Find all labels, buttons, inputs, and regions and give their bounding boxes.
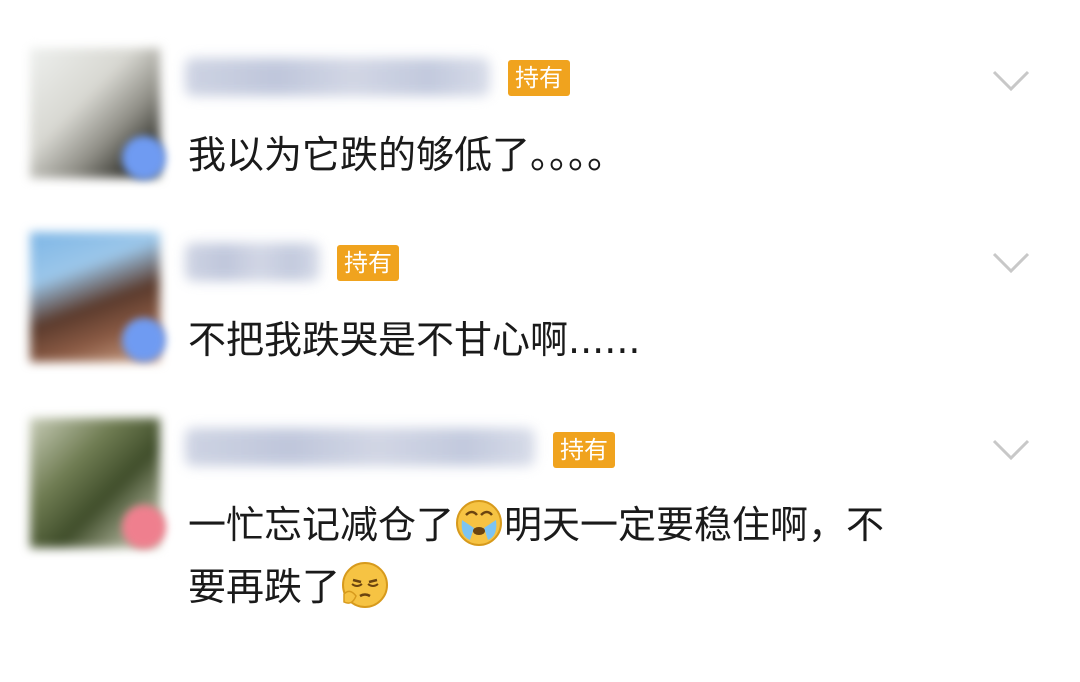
username-blurred[interactable] [185, 243, 320, 281]
comment-text-line2: 要再跌了 [188, 558, 1050, 616]
user-level-badge [122, 318, 166, 362]
username-blurred[interactable] [185, 428, 535, 466]
holding-tag: 持有 [337, 245, 399, 281]
comment-text-line1: 一忙忘记减仓了 明天一定要稳住啊，不 [188, 496, 1050, 554]
holding-tag: 持有 [553, 432, 615, 468]
comment-text: 我以为它跌的够低了。。。。 [188, 133, 626, 177]
comment-text: 不把我跌哭是不甘心啊...... [188, 318, 641, 362]
crying-face-emoji-icon [456, 500, 503, 546]
chevron-down-icon[interactable] [992, 70, 1030, 92]
sleepy-face-emoji-icon [342, 562, 389, 608]
chevron-down-icon[interactable] [992, 439, 1030, 461]
holding-tag: 持有 [508, 60, 570, 96]
comment-text-part1: 一忙忘记减仓了 [188, 503, 455, 547]
comment-text-part3: 要再跌了 [188, 565, 341, 609]
username-blurred[interactable] [185, 58, 490, 96]
chevron-down-icon[interactable] [992, 252, 1030, 274]
user-level-badge [122, 136, 166, 180]
comment-text-part2: 明天一定要稳住啊，不 [504, 503, 885, 547]
user-level-badge [122, 505, 166, 549]
